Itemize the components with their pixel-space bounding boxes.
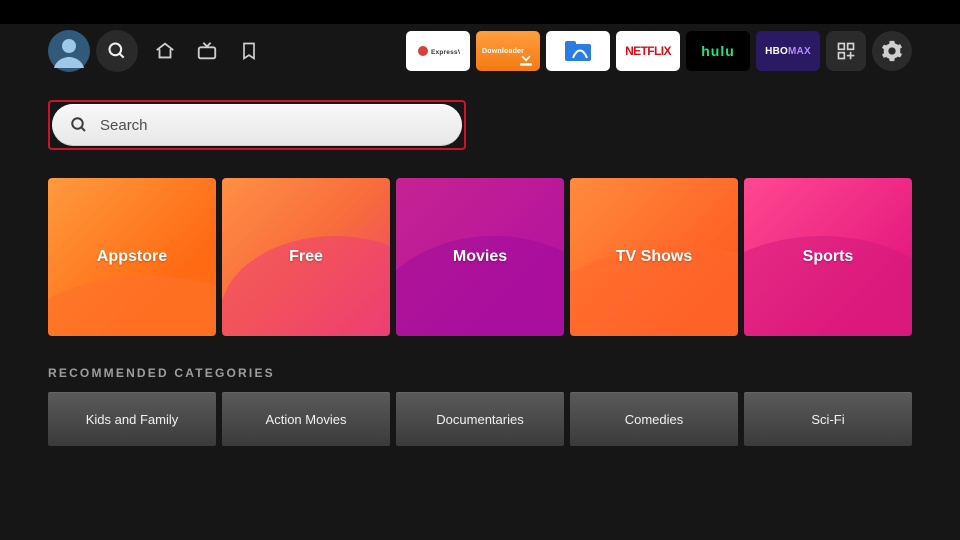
settings-icon[interactable] — [872, 31, 912, 71]
rec-tile[interactable]: Sci-Fi — [744, 392, 912, 446]
tile-label: Movies — [453, 248, 507, 266]
rec-tile-label: Comedies — [625, 412, 684, 427]
search-icon — [70, 116, 88, 134]
top-bar: ExpressVPN Downloader NETFLIX h — [48, 24, 912, 78]
tile-label: Sports — [803, 248, 854, 266]
recommended-row: Kids and Family Action Movies Documentar… — [48, 392, 912, 446]
tile-sports[interactable]: Sports — [744, 178, 912, 336]
rec-tile[interactable]: Comedies — [570, 392, 738, 446]
rec-tile-label: Action Movies — [266, 412, 347, 427]
rec-tile-label: Kids and Family — [86, 412, 178, 427]
search-icon[interactable] — [96, 30, 138, 72]
recommended-title: RECOMMENDED CATEGORIES — [48, 366, 912, 380]
content-area: Search Appstore Free Movies TV Shows Spo… — [0, 78, 960, 446]
tile-movies[interactable]: Movies — [396, 178, 564, 336]
rec-tile-label: Sci-Fi — [811, 412, 844, 427]
rec-tile-label: Documentaries — [436, 412, 523, 427]
live-tv-icon[interactable] — [186, 30, 228, 72]
tile-label: Free — [289, 248, 323, 266]
apps-grid-icon[interactable] — [826, 31, 866, 71]
home-icon[interactable] — [144, 30, 186, 72]
search-input[interactable]: Search — [52, 104, 462, 146]
app-tile-expressvpn[interactable]: ExpressVPN — [406, 31, 470, 71]
app-tile-esfile[interactable] — [546, 31, 610, 71]
rec-tile[interactable]: Action Movies — [222, 392, 390, 446]
app-shortcuts: ExpressVPN Downloader NETFLIX h — [406, 31, 912, 71]
app-tile-hulu[interactable]: hulu — [686, 31, 750, 71]
tile-tvshows[interactable]: TV Shows — [570, 178, 738, 336]
rec-tile[interactable]: Kids and Family — [48, 392, 216, 446]
app-tile-hbomax[interactable]: HBOMAX — [756, 31, 820, 71]
bookmark-icon[interactable] — [228, 30, 270, 72]
app-tile-downloader[interactable]: Downloader — [476, 31, 540, 71]
tile-free[interactable]: Free — [222, 178, 390, 336]
search-placeholder: Search — [100, 117, 148, 134]
category-tiles-row: Appstore Free Movies TV Shows Sports — [48, 178, 912, 336]
svg-text:ExpressVPN: ExpressVPN — [431, 49, 460, 56]
fire-tv-home: ExpressVPN Downloader NETFLIX h — [0, 24, 960, 540]
tile-appstore[interactable]: Appstore — [48, 178, 216, 336]
app-tile-label: NETFLIX — [625, 44, 671, 58]
tile-label: Appstore — [97, 248, 167, 266]
profile-avatar[interactable] — [48, 30, 90, 72]
rec-tile[interactable]: Documentaries — [396, 392, 564, 446]
tile-label: TV Shows — [616, 248, 692, 266]
app-tile-label: HBOMAX — [765, 46, 811, 57]
search-input-highlight: Search — [48, 100, 466, 150]
app-tile-netflix[interactable]: NETFLIX — [616, 31, 680, 71]
app-tile-label: hulu — [701, 43, 735, 59]
